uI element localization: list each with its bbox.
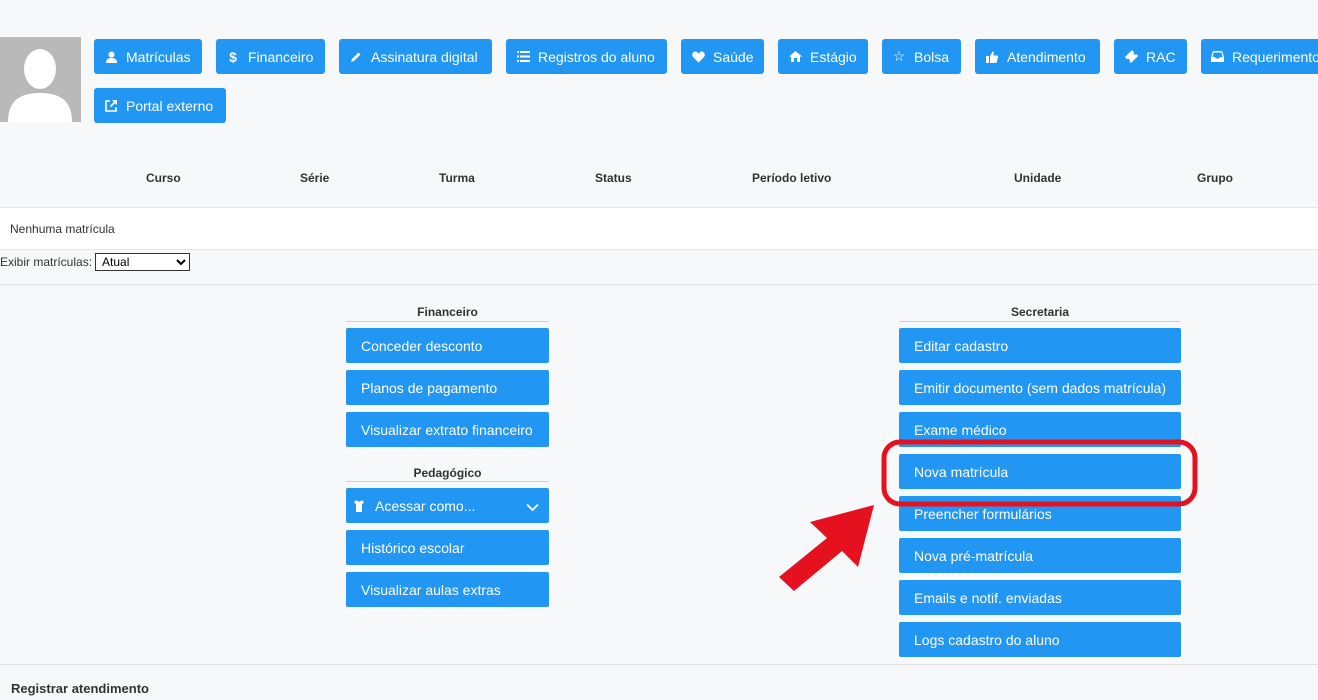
atendimento-label: Atendimento (1007, 48, 1086, 65)
divider (899, 321, 1181, 322)
filter-label: Exibir matrículas: (0, 255, 93, 269)
saude-label: Saúde (713, 48, 754, 65)
registros-aluno-label: Registros do aluno (538, 48, 655, 65)
historico-escolar-button[interactable]: Histórico escolar (346, 530, 549, 565)
financeiro-label: Financeiro (248, 48, 314, 65)
logs-cadastro-button[interactable]: Logs cadastro do aluno (899, 622, 1181, 657)
divider (346, 481, 549, 482)
assinatura-digital-label: Assinatura digital (371, 48, 478, 65)
emitir-documento-button[interactable]: Emitir documento (sem dados matrícula) (899, 370, 1181, 405)
bolsa-label: Bolsa (914, 48, 950, 65)
rac-label: RAC (1146, 48, 1176, 65)
emails-notif-button[interactable]: Emails e notif. enviadas (899, 580, 1181, 615)
exame-medico-button[interactable]: Exame médico (899, 412, 1181, 447)
list-icon (516, 51, 530, 62)
table-row: Nenhuma matrícula (0, 207, 1318, 250)
column-header-status: Status (595, 171, 632, 185)
filter-row: Exibir matrículas: Atual (0, 253, 191, 271)
column-header-serie: Série (300, 171, 330, 185)
portal-externo-label: Portal externo (126, 97, 214, 114)
column-header-periodo-letivo: Período letivo (752, 171, 832, 185)
atendimento-button[interactable]: Atendimento (975, 39, 1100, 74)
divider (0, 284, 1318, 285)
column-header-unidade: Unidade (1014, 171, 1062, 185)
column-header-curso: Curso (146, 171, 181, 185)
user-icon (104, 51, 118, 63)
secretaria-section-title: Secretaria (1010, 305, 1070, 319)
bolsa-button[interactable]: ☆ Bolsa (882, 39, 961, 74)
pedagogico-section-title: Pedagógico (413, 466, 482, 480)
arrow-annotation (779, 505, 874, 591)
financeiro-section-title: Financeiro (417, 305, 478, 319)
column-header-turma: Turma (439, 171, 475, 185)
divider (0, 664, 1318, 665)
nova-pre-matricula-button[interactable]: Nova pré-matrícula (899, 538, 1181, 573)
nova-matricula-button[interactable]: Nova matrícula (899, 454, 1181, 489)
user-silhouette-icon (8, 49, 72, 122)
dollar-icon: $ (229, 48, 237, 65)
rac-button[interactable]: RAC (1114, 39, 1187, 74)
chevron-down-icon (526, 499, 539, 515)
star-icon: ☆ (892, 48, 906, 64)
financeiro-button[interactable]: $ Financeiro (216, 39, 325, 74)
external-link-icon (104, 99, 118, 112)
shirt-icon (354, 499, 366, 512)
ticket-icon (1124, 50, 1138, 63)
conceder-desconto-button[interactable]: Conceder desconto (346, 328, 549, 363)
inbox-icon (1211, 51, 1224, 62)
matriculas-label: Matrículas (126, 48, 191, 65)
visualizar-aulas-extras-button[interactable]: Visualizar aulas extras (346, 572, 549, 607)
acessar-como-label: Acessar como... (375, 497, 476, 514)
acessar-como-dropdown[interactable]: Acessar como... (346, 488, 549, 523)
requerimento-label: Requerimento (1232, 48, 1318, 65)
divider (346, 321, 549, 322)
thumbs-up-icon (985, 50, 999, 63)
assinatura-digital-button[interactable]: Assinatura digital (339, 39, 492, 74)
planos-pagamento-button[interactable]: Planos de pagamento (346, 370, 549, 405)
matriculas-button[interactable]: Matrículas (94, 39, 202, 74)
preencher-formularios-button[interactable]: Preencher formulários (899, 496, 1181, 531)
pencil-icon (349, 51, 363, 63)
avatar (0, 37, 81, 122)
saude-button[interactable]: Saúde (681, 39, 764, 74)
visualizar-extrato-button[interactable]: Visualizar extrato financeiro (346, 412, 549, 447)
registros-aluno-button[interactable]: Registros do aluno (506, 39, 667, 74)
matriculas-filter-select[interactable]: Atual (95, 253, 191, 271)
requerimento-button[interactable]: Requerimento (1201, 39, 1318, 74)
registrar-atendimento-title: Registrar atendimento (11, 681, 149, 696)
portal-externo-button[interactable]: Portal externo (94, 88, 226, 123)
editar-cadastro-button[interactable]: Editar cadastro (899, 328, 1181, 363)
estagio-button[interactable]: Estágio (778, 39, 868, 74)
empty-table-message: Nenhuma matrícula (10, 222, 115, 236)
estagio-label: Estágio (810, 48, 857, 65)
heart-icon (691, 50, 705, 63)
column-header-grupo: Grupo (1197, 171, 1233, 185)
home-icon (788, 51, 802, 62)
